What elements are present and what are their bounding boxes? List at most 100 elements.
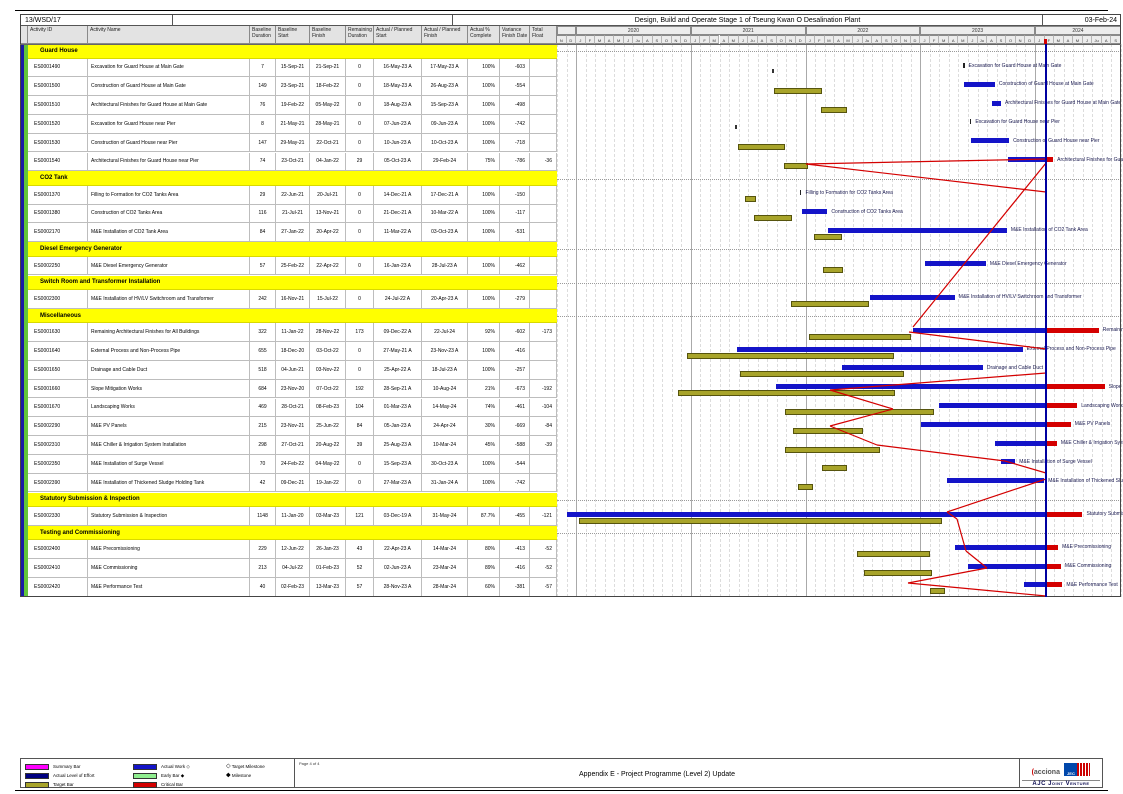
table-cell-id: ES0001500	[28, 77, 88, 96]
table-cell-id: ES0001630	[28, 323, 88, 342]
table-cell-bl_finish: 13-Nov-21	[310, 205, 346, 224]
table-cell-bl_dur: 29	[250, 186, 276, 205]
table-cell-bl_dur: 70	[250, 455, 276, 474]
bar-label: M&E Installation of CO2 Tank Area	[1011, 227, 1088, 233]
table-cell-act_finish: 18-Jul-23 A	[422, 361, 468, 380]
month-header: A	[1102, 35, 1112, 44]
month-header: D	[567, 35, 577, 44]
column-header-2: Baseline Duration	[250, 26, 276, 44]
table-cell-pct: 100%	[468, 59, 500, 78]
month-header: J	[968, 35, 978, 44]
target-bar	[772, 69, 774, 73]
table-cell-float: -192	[530, 380, 557, 399]
project-title: Design, Build and Operate Stage 1 of Tse…	[635, 17, 861, 24]
table-cell-name: Excavation for Guard House near Pier	[88, 115, 250, 134]
table-cell-float	[530, 455, 557, 474]
month-header: S	[767, 35, 777, 44]
section-dotline	[557, 316, 1121, 317]
target-bar	[864, 570, 932, 576]
target-bar	[791, 301, 869, 307]
target-bar	[740, 371, 904, 377]
table-cell-pct: 100%	[468, 134, 500, 153]
table-cell-rem_dur: 0	[346, 342, 374, 361]
table-cell-act_finish: 28-Jul-23 A	[422, 257, 468, 276]
table-cell-bl_dur: 76	[250, 96, 276, 115]
table-cell-bl_dur: 40	[250, 578, 276, 597]
table-cell-bl_start: 24-Feb-22	[276, 455, 310, 474]
table-cell-bl_start: 23-Oct-21	[276, 153, 310, 172]
bar-label: Slope Mitigation Works	[1109, 384, 1123, 390]
section-band: Miscellaneous	[28, 309, 557, 324]
table-cell-id: ES0002250	[28, 257, 88, 276]
target-bar	[798, 484, 813, 490]
legend-swatch	[133, 773, 157, 779]
column-header-8: Actual % Complete	[468, 26, 500, 44]
table-cell-bl_finish: 22-Oct-21	[310, 134, 346, 153]
target-bar	[857, 551, 930, 557]
table-cell-name: M&E Diesel Emergency Generator	[88, 257, 250, 276]
actual-bar	[737, 347, 1023, 352]
table-cell-name: M&E PV Panels	[88, 417, 250, 436]
table-cell-pct: 100%	[468, 115, 500, 134]
table-cell-bl_finish: 28-Nov-22	[310, 323, 346, 342]
table-cell-bl_finish: 04-Jan-22	[310, 153, 346, 172]
month-header: Ju	[1092, 35, 1102, 44]
actual-bar	[802, 209, 827, 214]
year-header: 2022	[806, 26, 921, 35]
target-bar	[821, 107, 847, 113]
table-cell-act_start: 01-Mar-23 A	[374, 399, 422, 418]
page-number: Page 4 of 4	[299, 761, 319, 766]
table-cell-rem_dur: 0	[346, 361, 374, 380]
table-cell-pct: 100%	[468, 474, 500, 493]
table-cell-act_start: 15-Sep-23 A	[374, 455, 422, 474]
bar-label: M&E Chiller & Irrigation System Installa…	[1061, 440, 1123, 446]
table-cell-name: M&E Installation of Surge Vessel	[88, 455, 250, 474]
month-header: A	[1064, 35, 1074, 44]
table-cell-bl_start: 19-Feb-22	[276, 96, 310, 115]
table-cell-id: ES0001510	[28, 96, 88, 115]
table-cell-act_finish: 14-May-24	[422, 399, 468, 418]
table-cell-float	[530, 342, 557, 361]
table-cell-float	[530, 134, 557, 153]
table-cell-act_finish: 29-Feb-24	[422, 153, 468, 172]
table-cell-bl_finish: 08-Feb-23	[310, 399, 346, 418]
legend-swatch	[25, 773, 49, 779]
table-cell-bl_finish: 03-Nov-22	[310, 361, 346, 380]
table-cell-bl_dur: 229	[250, 540, 276, 559]
month-header: A	[720, 35, 730, 44]
table-cell-act_start: 24-Jul-22 A	[374, 290, 422, 309]
target-bar	[579, 518, 942, 524]
critical-bar	[1045, 328, 1099, 333]
target-bar	[738, 144, 786, 150]
actual-bar	[567, 512, 1045, 517]
bar-label: M&E Performance Test	[1066, 582, 1117, 588]
table-cell-act_start: 28-Nov-23 A	[374, 578, 422, 597]
table-cell-name: Landscaping Works	[88, 399, 250, 418]
table-cell-variance: -742	[500, 115, 530, 134]
legend-item: Target Bar	[25, 780, 74, 789]
table-cell-float	[530, 115, 557, 134]
month-header: D	[681, 35, 691, 44]
table-cell-bl_start: 27-Jan-22	[276, 223, 310, 242]
month-header: J	[576, 35, 586, 44]
table-cell-bl_finish: 04-May-22	[310, 455, 346, 474]
table-cell-variance: -673	[500, 380, 530, 399]
page-bottom-rule	[15, 790, 1108, 791]
critical-bar	[1045, 564, 1061, 569]
table-cell-rem_dur: 0	[346, 455, 374, 474]
table-cell-bl_dur: 42	[250, 474, 276, 493]
bar-label: M&E Installation of HV/LV Switchroom and…	[959, 294, 1082, 300]
section-dotline	[557, 283, 1121, 284]
bar-label: Filling to Formation for CO2 Tanks Area	[805, 190, 892, 196]
table-cell-act_start: 03-Dec-19 A	[374, 507, 422, 526]
table-cell-bl_finish: 13-Mar-23	[310, 578, 346, 597]
joint-venture-label: AJC Joint Venture	[1022, 780, 1100, 787]
table-cell-float	[530, 59, 557, 78]
month-header: F	[815, 35, 825, 44]
table-cell-float	[530, 361, 557, 380]
month-header: M	[844, 35, 854, 44]
table-cell-bl_start: 18-Dec-20	[276, 342, 310, 361]
table-cell-id: ES0001530	[28, 134, 88, 153]
month-header: O	[892, 35, 902, 44]
table-cell-bl_dur: 7	[250, 59, 276, 78]
